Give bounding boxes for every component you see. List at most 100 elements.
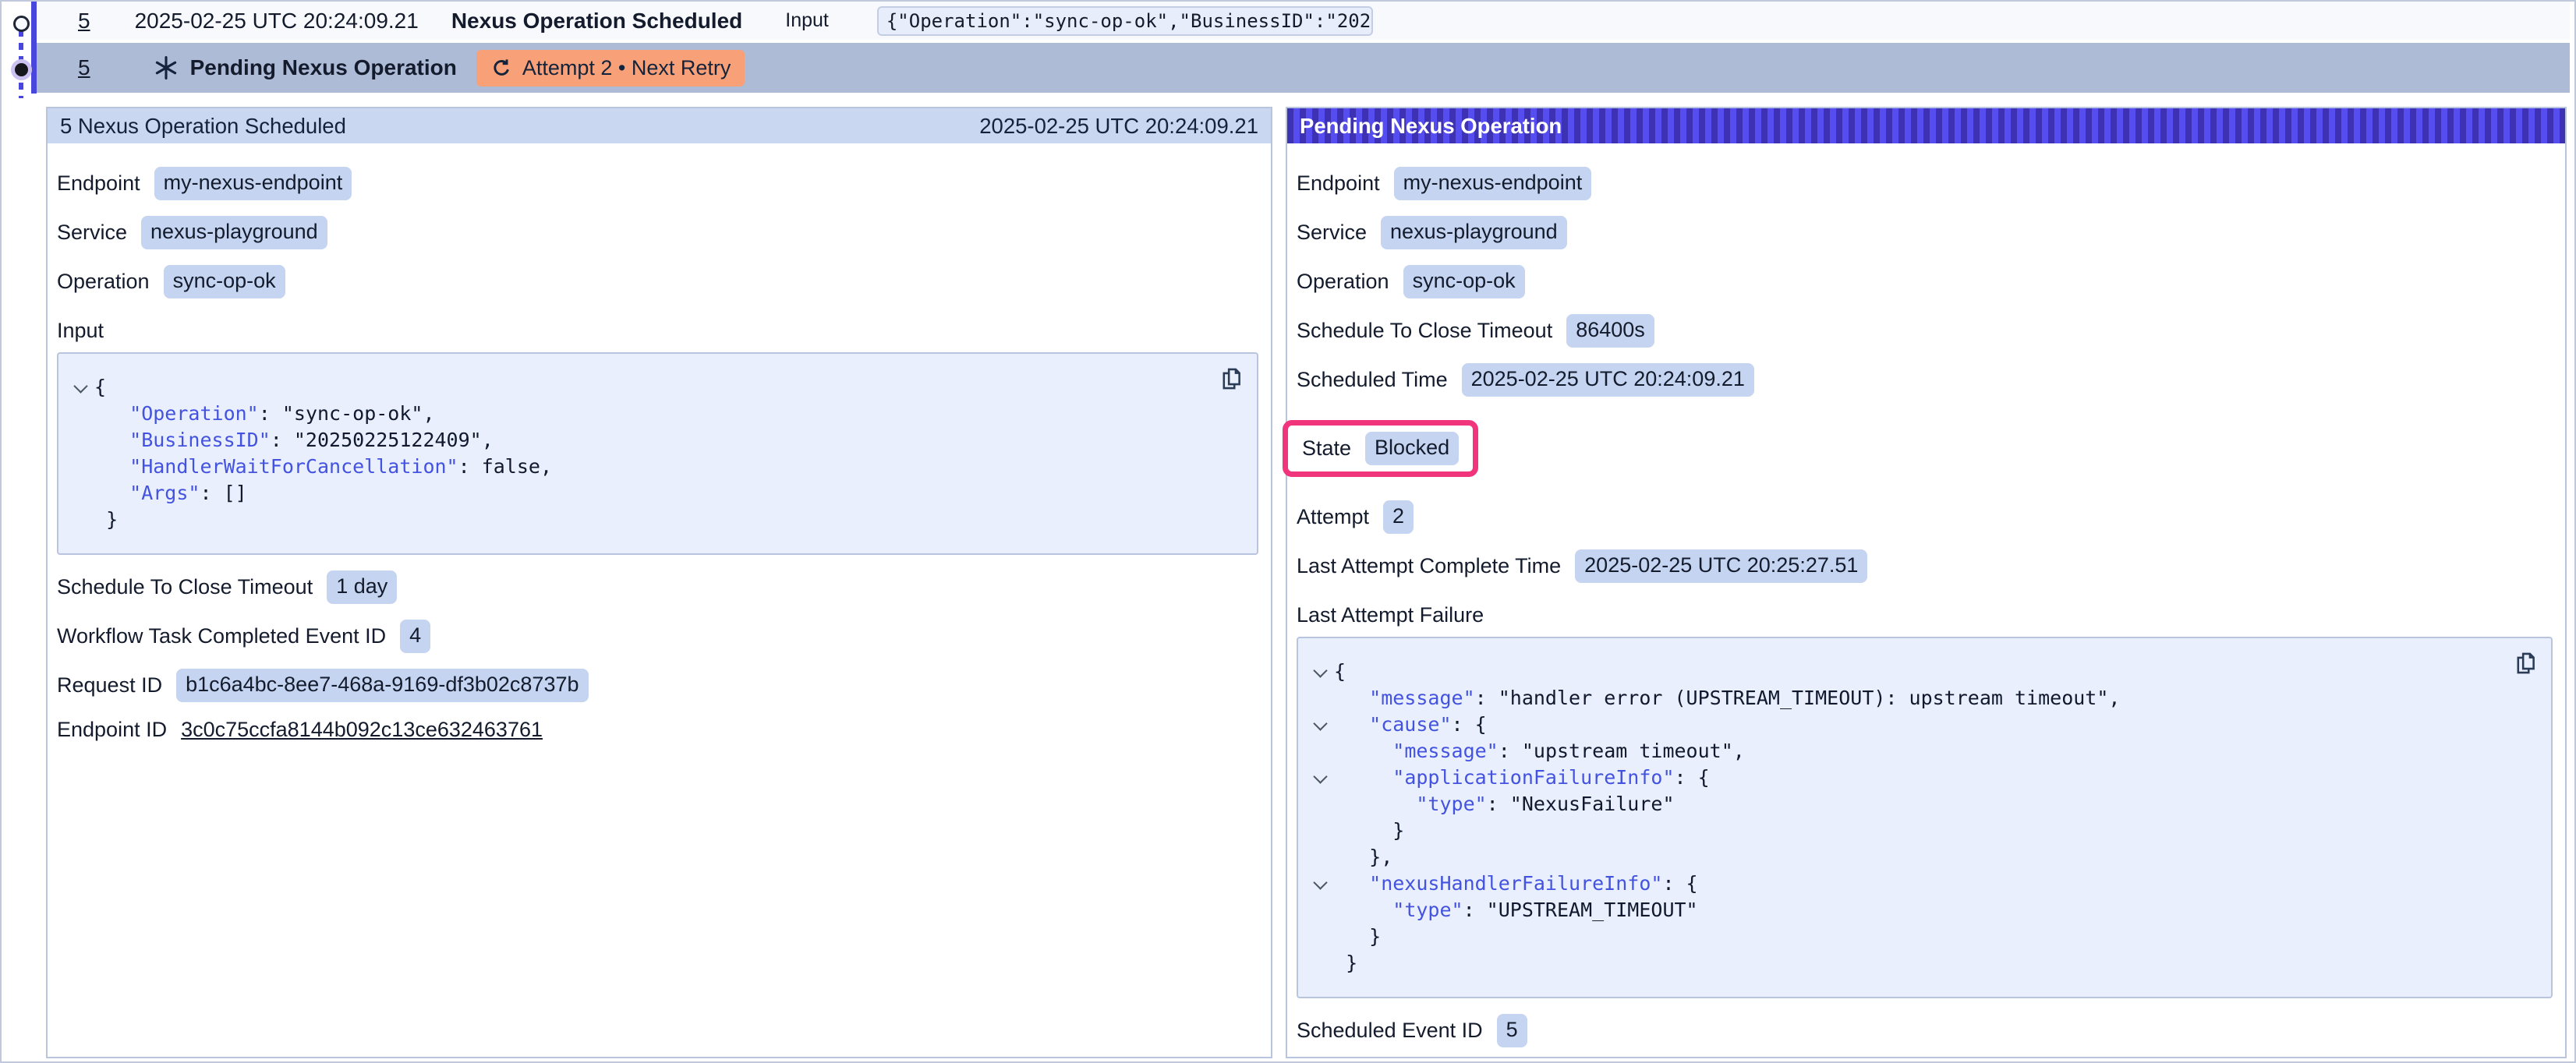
pending-operation-detail-panel: Pending Nexus Operation Endpoint my-nexu… [1286,107,2567,1058]
json-value: : { [1452,713,1487,736]
scheduled-event-detail-panel: 5 Nexus Operation Scheduled 2025-02-25 U… [46,107,1272,1058]
field-label: Endpoint [1297,171,1380,196]
pending-asterisk-icon [153,55,179,81]
json-value: : [] [200,482,246,504]
json-value: : "upstream timeout", [1499,740,1745,762]
json-key: "type" [1416,793,1486,815]
failure-block-label: Last Attempt Failure [1297,603,2553,627]
json-line: "cause": { [1306,712,2504,738]
field-label: Schedule To Close Timeout [57,575,313,599]
json-key: "BusinessID" [129,429,271,451]
event-id-link[interactable]: 5 [78,9,90,34]
json-key: "Operation" [129,402,259,425]
collapse-chevron-icon[interactable] [1313,875,1327,889]
json-line: { [66,374,1210,401]
json-key: "HandlerWaitForCancellation" [129,455,458,478]
field-label: Scheduled Event ID [1297,1019,1483,1043]
collapse-chevron-icon[interactable] [1313,663,1327,677]
json-key: "applicationFailureInfo" [1392,766,1674,789]
field-service: Service nexus-playground [57,216,1258,249]
field-label: Service [57,221,127,245]
json-value: { [94,376,106,398]
field-endpoint-id: Endpoint ID 3c0c75ccfa8144b092c13ce63246… [57,718,1258,742]
json-value: : "20250225122409", [271,429,494,451]
field-endpoint: Endpoint my-nexus-endpoint [57,167,1258,200]
json-line: "applicationFailureInfo": { [1306,765,2504,791]
pending-event-title: Pending Nexus Operation [190,55,457,80]
scheduled-panel-header: 5 Nexus Operation Scheduled 2025-02-25 U… [48,108,1271,143]
field-value-chip: 5 [1497,1014,1527,1047]
failure-json-block: { "message": "handler error (UPSTREAM_TI… [1297,637,2553,998]
json-line: "type": "NexusFailure" [1306,791,2504,818]
field-value-chip: 2 [1383,500,1414,534]
field-value-chip: 2025-02-25 UTC 20:25:27.51 [1575,549,1867,583]
field-label: State [1302,436,1351,461]
timeline-node-open-icon [13,16,30,32]
field-label: Operation [1297,270,1389,294]
field-workflow-task-completed-event-id: Workflow Task Completed Event ID 4 [57,620,1258,653]
scheduled-panel-content: Endpoint my-nexus-endpoint Service nexus… [48,143,1271,742]
json-value: : { [1662,872,1697,895]
field-value-chip: 1 day [327,570,397,604]
json-value: } [1392,819,1404,842]
event-rows: 5 2025-02-25 UTC 20:24:09.21 Nexus Opera… [37,2,2570,93]
field-scheduled-event-id: Scheduled Event ID 5 [1297,1014,2553,1047]
field-label: Endpoint [57,171,140,196]
event-input-label: Input [785,9,829,32]
field-value-chip: sync-op-ok [164,265,285,298]
field-operation: Operation sync-op-ok [1297,265,2553,298]
event-row-scheduled[interactable]: 5 2025-02-25 UTC 20:24:09.21 Nexus Opera… [37,2,2570,40]
json-value: : "NexusFailure" [1487,793,1675,815]
input-block-label: Input [57,319,1258,343]
endpoint-id-link[interactable]: 3c0c75ccfa8144b092c13ce632463761 [181,718,543,742]
copy-button[interactable] [2512,649,2539,677]
pending-panel-content: Endpoint my-nexus-endpoint Service nexus… [1287,143,2565,1063]
json-line: { [1306,659,2504,685]
field-label: Endpoint ID [57,718,167,742]
field-value-chip: 4 [400,620,430,653]
event-title: Nexus Operation Scheduled [451,9,742,34]
field-state: State Blocked [1302,432,1459,465]
collapse-chevron-icon[interactable] [1313,716,1327,730]
field-label: Operation [57,270,150,294]
field-label: Attempt [1297,505,1369,529]
event-timestamp: 2025-02-25 UTC 20:24:09.21 [135,9,419,34]
json-value: }, [1369,846,1392,868]
event-input-preview[interactable]: {"Operation":"sync-op-ok","BusinessID":"… [877,6,1373,36]
field-request-id: Request ID b1c6a4bc-8ee7-468a-9169-df3b0… [57,669,1258,702]
selected-event-indicator-bar [31,2,37,94]
json-key: "message" [1392,740,1498,762]
json-value: : "UPSTREAM_TIMEOUT" [1463,899,1698,921]
json-key: "message" [1369,687,1474,709]
field-value-chip: 2025-02-25 UTC 20:24:09.21 [1462,363,1754,397]
json-value: : "sync-op-ok", [259,402,435,425]
json-line: } [1306,818,2504,844]
retry-icon [490,57,513,79]
field-value-chip: 86400s [1566,314,1654,348]
copy-button[interactable] [1218,365,1244,393]
retry-status-badge: Attempt 2 • Next Retry [476,50,745,87]
field-service: Service nexus-playground [1297,216,2553,249]
json-line: } [1306,950,2504,976]
field-scheduled-time: Scheduled Time 2025-02-25 UTC 20:24:09.2… [1297,363,2553,397]
field-value-chip: my-nexus-endpoint [154,167,352,200]
field-last-attempt-complete-time: Last Attempt Complete Time 2025-02-25 UT… [1297,549,2553,583]
event-row-pending[interactable]: 5 Pending Nexus Operation Attempt 2 • Ne… [37,43,2570,93]
json-line: "Args": [] [66,480,1210,507]
json-value: } [1369,925,1381,948]
json-value: : "handler error (UPSTREAM_TIMEOUT): ups… [1475,687,2121,709]
field-label: Workflow Task Completed Event ID [57,624,386,648]
json-line: } [66,507,1210,533]
json-line: "BusinessID": "20250225122409", [66,427,1210,454]
field-schedule-to-close-timeout: Schedule To Close Timeout 1 day [57,570,1258,604]
field-value-chip: my-nexus-endpoint [1394,167,1592,200]
field-attempt: Attempt 2 [1297,500,2553,534]
collapse-chevron-icon[interactable] [1313,769,1327,783]
scheduled-panel-timestamp: 2025-02-25 UTC 20:24:09.21 [979,114,1258,139]
field-label: Service [1297,221,1367,245]
collapse-chevron-icon[interactable] [73,379,87,393]
input-json-block: { "Operation": "sync-op-ok", "BusinessID… [57,352,1258,555]
event-id-link[interactable]: 5 [78,55,90,80]
json-line: "HandlerWaitForCancellation": false, [66,454,1210,480]
json-key: "type" [1392,899,1463,921]
